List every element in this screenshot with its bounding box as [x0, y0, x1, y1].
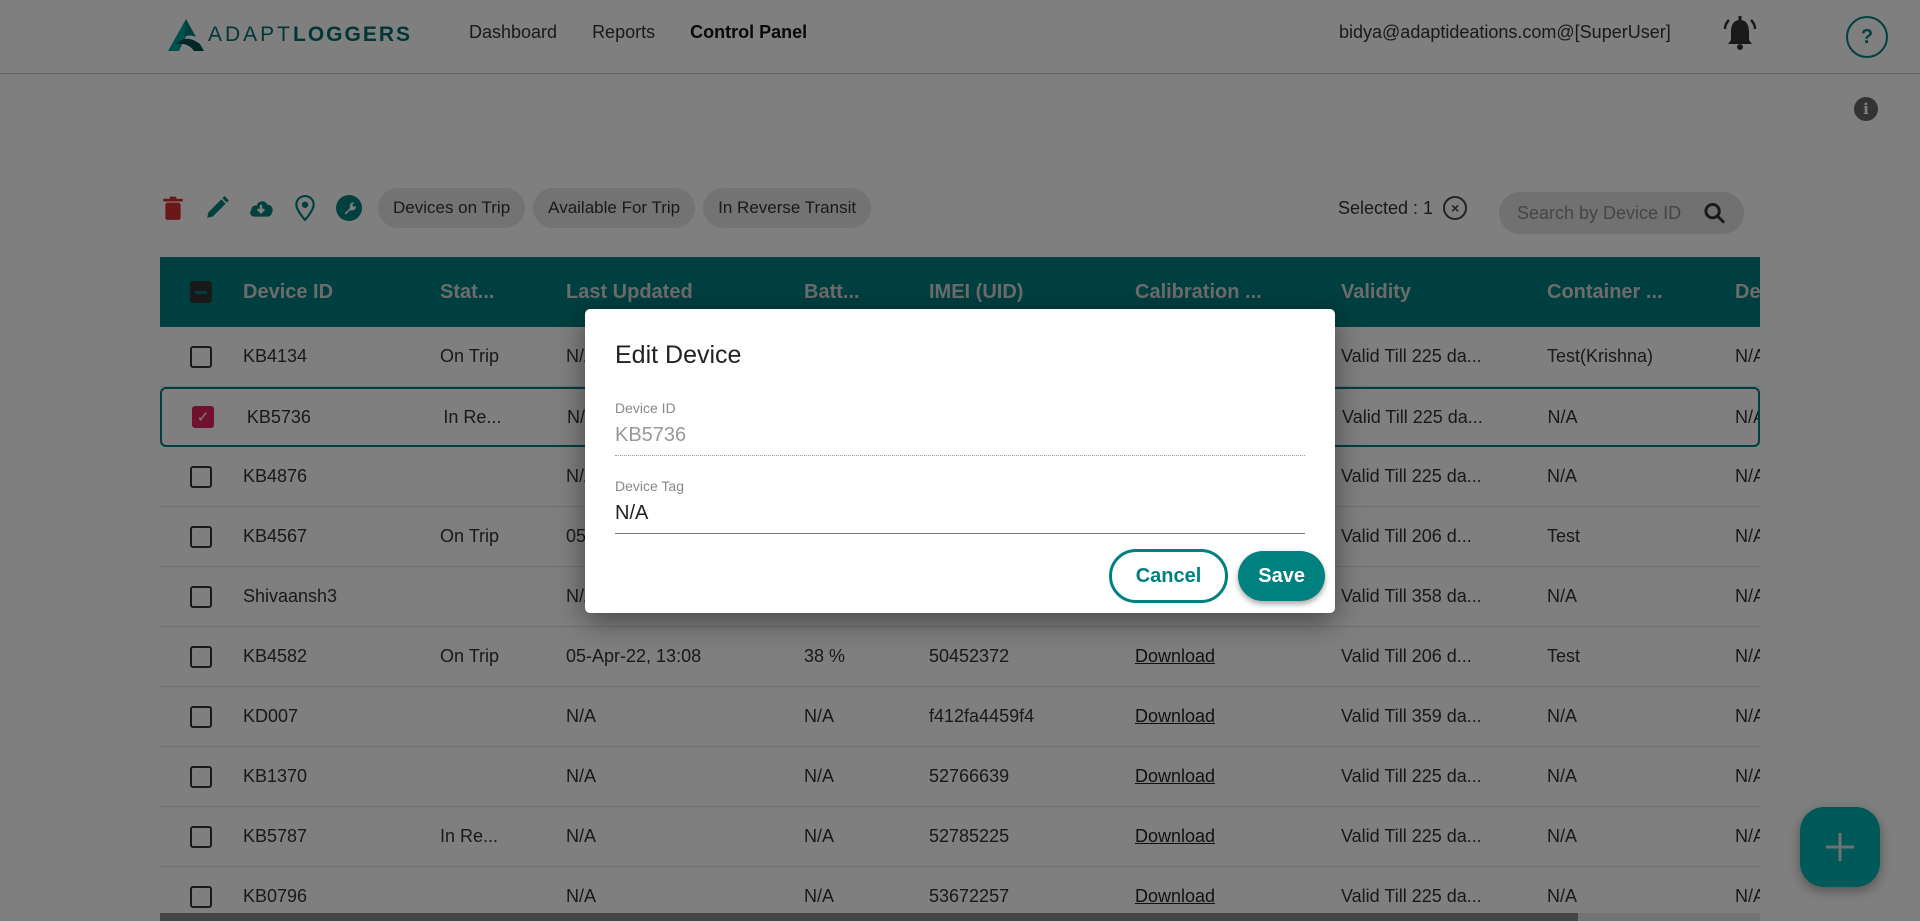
device-tag-field: Device Tag: [615, 478, 1305, 534]
device-id-input: [615, 416, 1305, 456]
device-tag-label: Device Tag: [615, 478, 685, 494]
cancel-button[interactable]: Cancel: [1108, 549, 1229, 603]
device-id-label: Device ID: [615, 400, 676, 416]
device-id-field: Device ID: [615, 400, 1305, 456]
device-tag-input[interactable]: [615, 494, 1305, 534]
dialog-title: Edit Device: [615, 341, 742, 369]
dialog-actions: Cancel Save: [1108, 549, 1325, 603]
save-button[interactable]: Save: [1238, 551, 1325, 601]
edit-device-dialog: Edit Device Device ID Device Tag Cancel …: [585, 309, 1335, 613]
